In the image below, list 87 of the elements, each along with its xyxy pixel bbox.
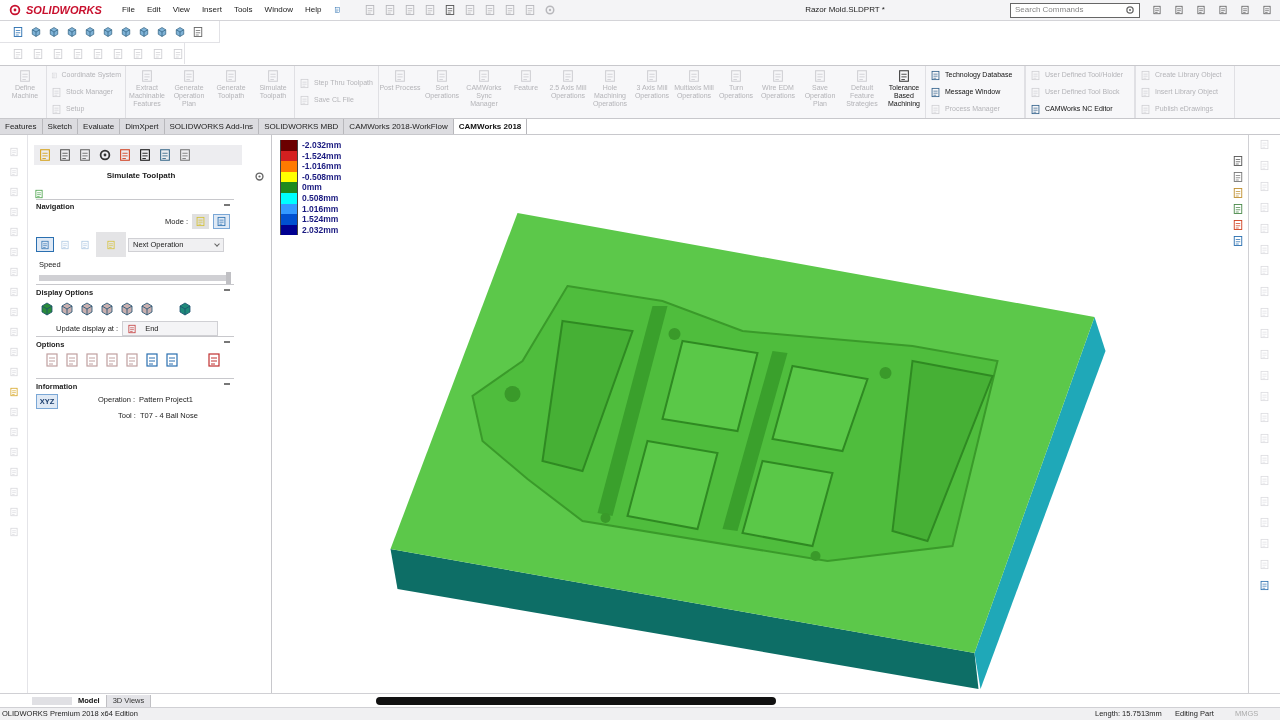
menu-item[interactable]: Edit	[146, 4, 161, 16]
rewind-button[interactable]	[36, 237, 54, 252]
command-icon	[519, 69, 533, 83]
command-icon	[1030, 69, 1041, 81]
legend-label: 0.508mm	[302, 194, 339, 203]
ribbon-tab[interactable]: SOLIDWORKS MBD	[259, 119, 345, 134]
panel-title: Simulate Toolpath	[105, 170, 177, 182]
legend-label: 2.032mm	[302, 225, 339, 235]
scrollbar-thumb[interactable]	[376, 696, 777, 705]
cube-view-icon[interactable]	[138, 25, 150, 38]
tool-display-icon[interactable]	[119, 301, 135, 318]
cube-view-icon[interactable]	[174, 25, 186, 38]
legend-label: 0mm	[302, 183, 322, 192]
command-icon	[1140, 86, 1151, 98]
command-icon	[930, 86, 941, 98]
command-icon	[561, 69, 575, 83]
command-icon	[51, 103, 62, 115]
command-icon	[224, 69, 238, 83]
command-icon	[299, 95, 310, 106]
app-logo: SOLIDWORKS	[26, 2, 102, 18]
command-icon	[729, 69, 743, 83]
command-icon	[51, 86, 62, 98]
ribbon-tab[interactable]: DimXpert	[120, 119, 165, 134]
command-icon	[645, 69, 659, 83]
command-icon	[18, 69, 32, 83]
menu-item[interactable]: Tools	[233, 4, 253, 16]
cube-view-icon[interactable]	[120, 25, 132, 38]
speed-slider[interactable]	[39, 272, 231, 285]
cube-view-icon[interactable]	[66, 25, 78, 38]
command-icon	[477, 69, 491, 83]
command-icon	[51, 69, 58, 81]
toolpath-display-icon[interactable]	[99, 301, 115, 318]
command-icon	[687, 69, 701, 83]
tool-mode-button[interactable]	[192, 214, 209, 229]
command-icon	[435, 69, 449, 83]
menu-item[interactable]: File	[122, 4, 135, 16]
stock-display-icon[interactable]	[39, 301, 55, 318]
command-icon	[813, 69, 827, 83]
pause-button[interactable]	[96, 232, 126, 257]
command-icon	[266, 69, 280, 83]
window-title: Razor Mold.SLDPRT *	[804, 4, 886, 16]
legend-label: -1.016mm	[302, 162, 342, 171]
command-icon	[182, 69, 196, 83]
command-icon	[1140, 103, 1151, 115]
command-icon	[855, 69, 869, 83]
search-input[interactable]: Search Commands	[1015, 4, 1121, 16]
search-box[interactable]: Search Commands	[1010, 2, 1140, 18]
cube-view-icon[interactable]	[84, 25, 96, 38]
cube-view-icon[interactable]	[102, 25, 114, 38]
legend-label: 1.016mm	[302, 204, 339, 214]
holder-display-icon[interactable]	[139, 301, 155, 318]
command-icon	[393, 69, 407, 83]
ribbon-tab[interactable]: Evaluate	[78, 119, 121, 134]
file-properties-icon[interactable]	[524, 4, 536, 16]
logo-icon	[8, 3, 22, 17]
menu-item[interactable]: Insert	[201, 4, 222, 16]
ribbon-tab[interactable]: Sketch	[42, 119, 79, 134]
legend-label: -1.524mm	[302, 151, 342, 161]
command-icon	[140, 69, 154, 83]
cube-view-icon[interactable]	[48, 25, 60, 38]
command-icon	[930, 103, 941, 115]
command-icon	[603, 69, 617, 83]
command-icon	[897, 69, 911, 83]
stock-display-icon[interactable]	[79, 301, 95, 318]
command-icon	[930, 69, 941, 81]
ribbon-tab[interactable]: Features	[0, 119, 43, 134]
legend-label: -0.508mm	[302, 172, 342, 182]
menu-item[interactable]: Window	[264, 4, 294, 16]
command-icon	[299, 78, 310, 89]
cube-view-icon[interactable]	[30, 25, 42, 38]
cube-view-icon[interactable]	[156, 25, 168, 38]
feature-tree-icon[interactable]	[58, 148, 72, 162]
part-mode-button[interactable]	[213, 214, 230, 229]
menu-item[interactable]: View	[172, 4, 190, 16]
new-document-icon[interactable]	[384, 4, 396, 16]
command-icon	[1140, 69, 1151, 81]
tab-scroll-buttons[interactable]	[32, 696, 72, 705]
command-icon	[771, 69, 785, 83]
legend-label: -2.032mm	[302, 141, 342, 150]
part-display-icon[interactable]	[59, 301, 75, 318]
menu-item[interactable]: Help	[305, 4, 322, 16]
ribbon-tab[interactable]: SOLIDWORKS Add-Ins	[164, 119, 260, 134]
command-icon	[1030, 86, 1041, 98]
command-icon	[1030, 103, 1041, 115]
ribbon-tab[interactable]: CAMWorks 2018-WorkFlow	[344, 119, 454, 134]
legend-label: 1.524mm	[302, 215, 339, 224]
result-display-icon[interactable]	[177, 301, 193, 318]
